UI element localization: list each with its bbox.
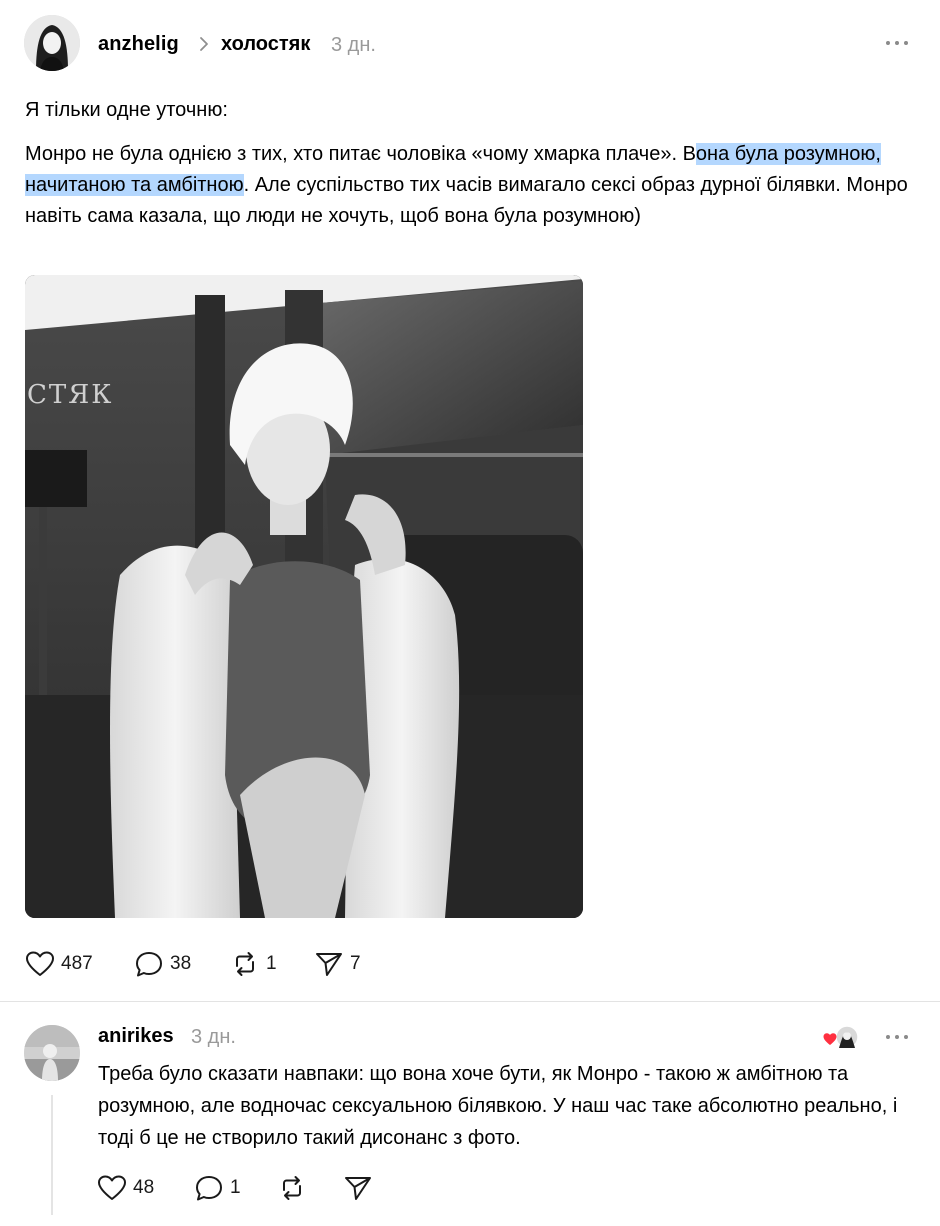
reply-author[interactable]: anirikes	[98, 1025, 174, 1048]
comment-button[interactable]: 38	[134, 950, 191, 978]
reply-share-group	[343, 1172, 373, 1204]
more-options-icon[interactable]	[884, 36, 910, 50]
post-repost-group: 1	[230, 948, 277, 980]
reply-time: 3 дн.	[191, 1026, 236, 1048]
reply-more-options-icon[interactable]	[884, 1030, 910, 1044]
comment-bubble-icon	[134, 950, 164, 978]
reply-repost-group	[277, 1172, 307, 1204]
share-button[interactable]: 7	[314, 950, 361, 978]
heart-icon	[25, 950, 55, 978]
post-comment-group: 38	[134, 948, 191, 980]
repost-arrows-icon	[230, 950, 260, 978]
like-count: 487	[61, 953, 93, 974]
post-actions: 487	[25, 948, 93, 980]
reply-author-avatar[interactable]	[24, 1025, 80, 1081]
reply-comment-count: 1	[230, 1177, 241, 1198]
heart-icon	[97, 1174, 127, 1202]
post-photo[interactable]: СТЯК	[25, 275, 583, 918]
like-button[interactable]: 487	[25, 950, 93, 978]
reply-comment-button[interactable]: 1	[194, 1174, 241, 1202]
comment-count: 38	[170, 953, 192, 974]
paper-plane-icon	[343, 1174, 373, 1202]
thread-line	[51, 1095, 53, 1215]
community-link[interactable]: холостяк	[221, 33, 310, 56]
reply-repost-button[interactable]	[277, 1174, 307, 1202]
post-share-group: 7	[314, 948, 361, 980]
reply-text: Треба було сказати навпаки: що вона хоче…	[98, 1063, 898, 1149]
post-time: 3 дн.	[331, 34, 376, 56]
author-avatar[interactable]	[24, 15, 80, 71]
repost-count: 1	[266, 953, 277, 974]
reply-like-group: 48	[97, 1172, 154, 1204]
comment-bubble-icon	[194, 1174, 224, 1202]
reply-like-count: 48	[133, 1177, 155, 1198]
image-sign-text: СТЯК	[27, 380, 113, 410]
heart-badge-icon	[822, 1024, 859, 1050]
post-author[interactable]: anzhelig	[98, 33, 179, 56]
reply-comment-group: 1	[194, 1172, 241, 1204]
reply-like-button[interactable]: 48	[97, 1174, 154, 1202]
share-count: 7	[350, 953, 361, 974]
post-text-before-highlight: Монро не була однією з тих, хто питає чо…	[25, 143, 696, 165]
repost-button[interactable]: 1	[230, 950, 277, 978]
post-divider	[0, 1001, 940, 1002]
post-text-paragraph: Монро не була однією з тих, хто питає чо…	[25, 139, 925, 232]
post-text-line-1: Я тільки одне уточню:	[25, 99, 228, 121]
chevron-right-icon	[198, 36, 210, 57]
reply-share-button[interactable]	[343, 1174, 373, 1202]
paper-plane-icon	[314, 950, 344, 978]
repost-arrows-icon	[277, 1174, 307, 1202]
